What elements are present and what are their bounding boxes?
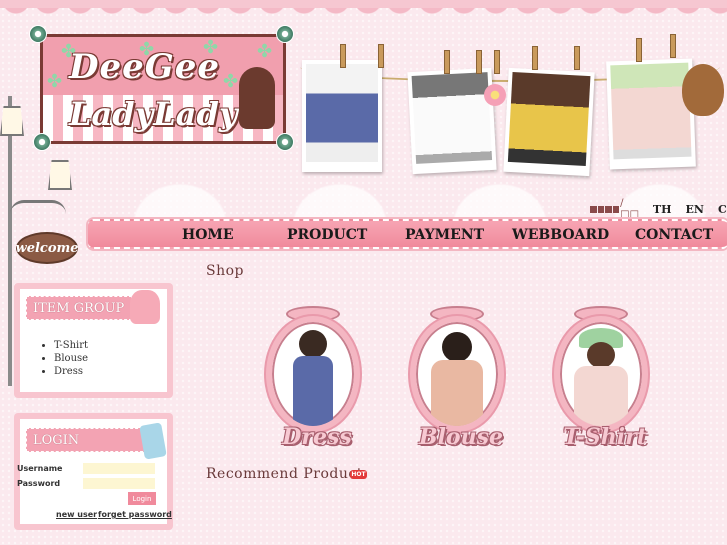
lamp-arm xyxy=(10,200,66,214)
category-tshirt-card[interactable]: T-Shirt xyxy=(544,306,654,450)
item-group-title: ITEM GROUP xyxy=(26,296,132,320)
site-logo[interactable]: DeeGee LadyLady ✤ ✤ ✤ ✤ ✤ ✤ xyxy=(40,34,286,144)
language-selector: /□□ TH EN CN xyxy=(590,198,727,220)
banner-photo xyxy=(606,58,696,170)
category-label-blouse[interactable]: Blouse xyxy=(396,424,526,450)
clover-icon: ✤ xyxy=(139,39,155,60)
item-group-list: T-Shirt Blouse Dress xyxy=(38,339,88,378)
flag-icon xyxy=(597,205,605,213)
login-button[interactable]: Login xyxy=(128,492,156,505)
category-label-tshirt[interactable]: T-Shirt xyxy=(540,424,670,450)
clothespin-icon xyxy=(444,50,450,74)
teddy-bear-icon xyxy=(682,64,724,116)
category-dress-card[interactable]: Dress xyxy=(256,306,366,450)
flower-icon xyxy=(484,84,506,106)
lamp-post xyxy=(8,96,12,386)
item-group-link-blouse[interactable]: Blouse xyxy=(54,352,88,365)
lang-link-en[interactable]: EN xyxy=(685,203,703,216)
dress-icon xyxy=(130,290,160,324)
category-label-dress[interactable]: Dress xyxy=(252,424,382,450)
nav-home[interactable]: HOME xyxy=(182,227,234,243)
pin-icon xyxy=(276,133,294,151)
clover-icon: ✤ xyxy=(47,71,63,92)
clothespin-icon xyxy=(494,50,500,74)
nav-contact[interactable]: CONTACT xyxy=(635,227,713,243)
password-label: Password xyxy=(17,479,61,488)
category-blouse-card[interactable]: Blouse xyxy=(400,306,510,450)
clothespin-icon xyxy=(476,50,482,74)
flag-icon xyxy=(605,205,612,213)
language-separator: /□□ xyxy=(620,198,640,220)
login-title: LOGIN xyxy=(26,428,148,452)
category-photo xyxy=(410,316,504,432)
main-nav: HOME PRODUCT PAYMENT WEBBOARD CONTACT xyxy=(88,219,727,249)
category-photo xyxy=(554,316,648,432)
logo-text-line2: LadyLady xyxy=(69,95,238,133)
clothespin-icon xyxy=(574,46,580,70)
item-group-link-tshirt[interactable]: T-Shirt xyxy=(54,339,88,352)
lang-link-cn[interactable]: CN xyxy=(718,203,727,216)
flag-icon xyxy=(612,205,620,213)
clothespin-icon xyxy=(670,34,676,58)
nav-payment[interactable]: PAYMENT xyxy=(405,227,484,243)
nav-product[interactable]: PRODUCT xyxy=(287,227,367,243)
lang-link-th[interactable]: TH xyxy=(653,203,672,216)
clover-icon: ✤ xyxy=(61,41,77,62)
username-label: Username xyxy=(17,464,63,473)
pin-icon xyxy=(33,133,51,151)
clothespin-icon xyxy=(378,44,384,68)
shop-title: Shop xyxy=(206,263,244,279)
category-photo xyxy=(266,316,360,432)
username-input[interactable] xyxy=(83,463,155,474)
new-user-link[interactable]: new user xyxy=(56,510,97,519)
flag-icon xyxy=(590,205,597,213)
lady-silhouette-icon xyxy=(239,67,275,129)
clover-icon: ✤ xyxy=(223,71,239,92)
password-input[interactable] xyxy=(83,478,155,489)
welcome-sign: welcome xyxy=(16,232,79,264)
lamp-icon xyxy=(0,106,24,136)
clover-icon: ✤ xyxy=(203,37,219,58)
nav-webboard[interactable]: WEBBOARD xyxy=(512,227,609,243)
hot-badge: HOT xyxy=(350,470,367,479)
item-group-link-dress[interactable]: Dress xyxy=(54,365,88,378)
pin-icon xyxy=(29,25,47,43)
forgot-password-link[interactable]: forget password xyxy=(98,510,172,519)
pin-icon xyxy=(276,25,294,43)
clothespin-icon xyxy=(532,46,538,70)
clothespin-icon xyxy=(340,44,346,68)
clover-icon: ✤ xyxy=(257,41,273,62)
lamp-icon xyxy=(48,160,72,190)
clothespin-icon xyxy=(636,38,642,62)
top-lace-border xyxy=(0,0,727,22)
recommend-product-title: Recommend Product xyxy=(206,466,363,482)
